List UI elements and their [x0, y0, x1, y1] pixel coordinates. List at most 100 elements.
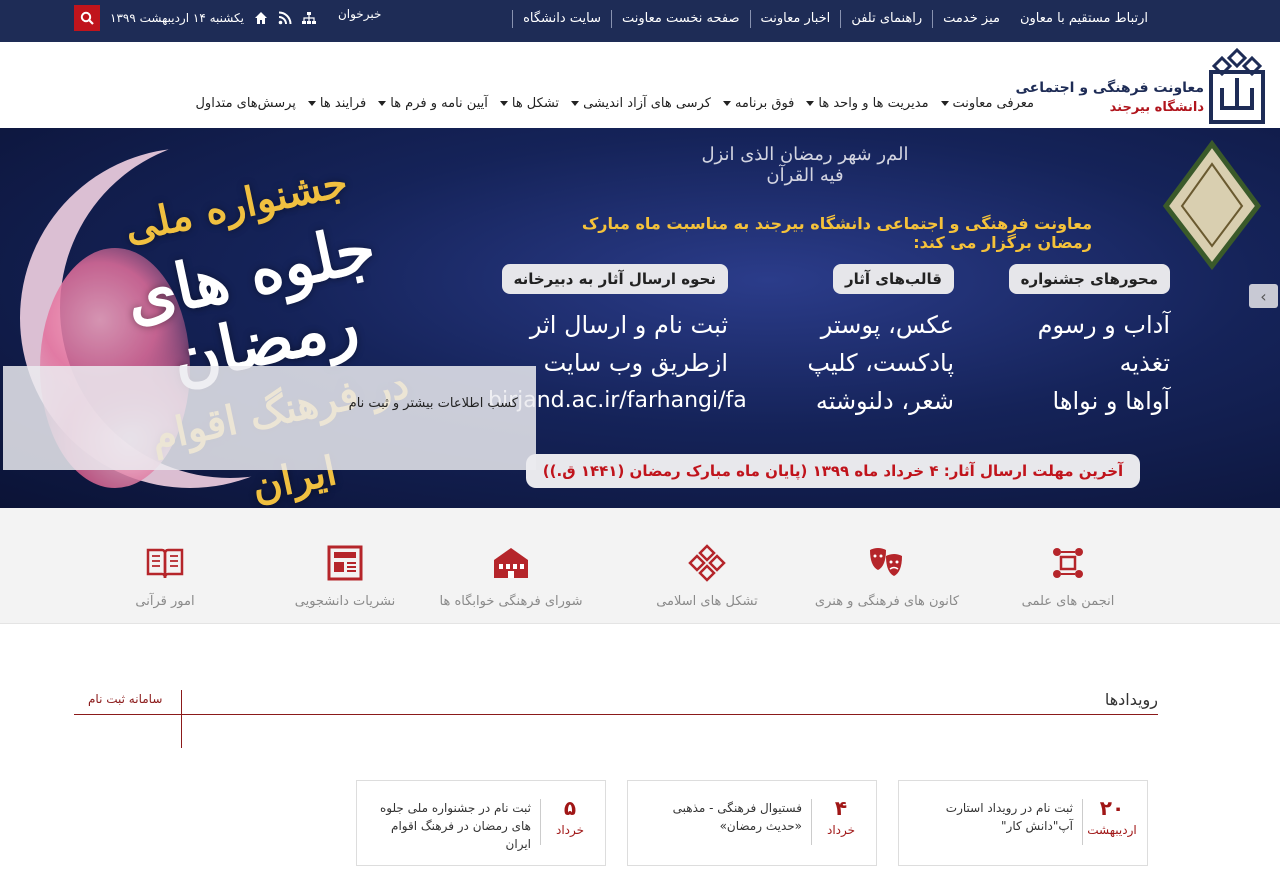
quick-link-quran-affairs[interactable]: امور قرآنی	[80, 544, 250, 609]
slider-prev-button[interactable]: ‹	[1249, 284, 1278, 308]
event-date: ۵ خرداد	[543, 797, 597, 837]
caret-down-icon	[940, 101, 949, 106]
banner-pill: نحوه ارسال آثار به دبیرخانه	[501, 264, 728, 294]
search-button[interactable]	[74, 5, 100, 31]
banner-line: آواها و نواها	[1052, 387, 1170, 415]
event-title[interactable]: ثبت نام در جشنواره ملی جلوه های رمضان در…	[367, 799, 531, 853]
newsreader-link[interactable]: خبرخوان	[338, 7, 381, 21]
event-day: ۴	[834, 796, 848, 820]
quick-link-label: انجمن های علمی	[1021, 594, 1115, 609]
university-logo[interactable]	[1208, 48, 1266, 124]
banner-line: شعر، دلنوشته	[815, 387, 954, 415]
event-card[interactable]: ۵ خرداد ثبت نام در جشنواره ملی جلوه های …	[356, 780, 606, 866]
quick-links: انجمن های علمی کانون های فرهنگی و هنری ت…	[0, 508, 1280, 624]
top-link-contact-deputy[interactable]: ارتباط مستقیم با معاون	[1010, 10, 1158, 28]
caret-down-icon	[307, 101, 316, 106]
nav-item-processes[interactable]: فرایند ها	[302, 96, 372, 111]
event-month: خرداد	[826, 823, 856, 837]
top-links: سایت دانشگاه صفحه نخست معاونت اخبار معاو…	[512, 10, 1158, 28]
nav-label: تشکل ها	[511, 96, 560, 111]
nav-item-free-thought[interactable]: کرسی های آزاد اندیشی	[565, 96, 717, 111]
knot-pattern-icon	[688, 544, 726, 582]
banner-line: عکس، پوستر	[820, 311, 954, 339]
nav-label: مدیریت ها و واحد ها	[818, 96, 929, 111]
open-book-icon	[146, 548, 184, 579]
home-icon[interactable]	[254, 11, 268, 25]
sidebar-divider	[181, 690, 182, 748]
event-separator	[1082, 799, 1083, 845]
nav-item-faq[interactable]: پرسش‌های متداول	[189, 96, 301, 111]
quick-link-scientific-associations[interactable]: انجمن های علمی	[983, 544, 1153, 609]
submission-deadline: آخرین مهلت ارسال آثار: ۴ خرداد ماه ۱۳۹۹ …	[526, 454, 1140, 488]
quick-link-label: امور قرآنی	[135, 594, 195, 609]
caret-down-icon	[499, 101, 508, 106]
emblem-diamond-icon	[1162, 140, 1262, 270]
banner-line: پادکست، کلیپ	[807, 349, 954, 377]
top-link-news[interactable]: اخبار معاونت	[749, 10, 841, 28]
event-date: ۲۰ اردیبهشت	[1085, 797, 1139, 837]
brand-subtitle: دانشگاه بیرجند	[1109, 100, 1204, 115]
slide-caption[interactable]: کسب اطلاعات بیشتر و ثبت نام	[3, 366, 536, 470]
banner-line: ثبت نام و ارسال اثر	[529, 311, 728, 339]
event-card[interactable]: ۴ خرداد فستیوال فرهنگی - مذهبی «حدیث رمض…	[627, 780, 877, 866]
brand-title: معاونت فرهنگی و اجتماعی	[1015, 80, 1204, 96]
quick-link-label: کانون های فرهنگی و هنری	[814, 594, 960, 609]
nav-item-departments[interactable]: مدیریت ها و واحد ها	[800, 96, 934, 111]
event-month: خرداد	[555, 823, 585, 837]
quick-link-islamic-organizations[interactable]: تشکل های اسلامی	[622, 544, 792, 609]
top-tools: یکشنبه ۱۴ اردیبهشت ۱۳۹۹ خبرخوان	[74, 4, 381, 32]
banner-column-formats: قالب‌های آثار عکس، پوستر پادکست، کلیپ شع…	[774, 264, 954, 420]
events-divider	[74, 714, 1158, 715]
event-separator	[540, 799, 541, 845]
registration-system-link[interactable]: سامانه ثبت نام	[88, 692, 162, 706]
theater-masks-icon	[870, 548, 902, 576]
banner-column-lines: آداب و رسوم تغذیه آواها و نواها	[990, 306, 1170, 420]
banner-column-lines: عکس، پوستر پادکست، کلیپ شعر، دلنوشته	[774, 306, 954, 420]
quick-link-dormitory-council[interactable]: شورای فرهنگی خوابگاه ها	[426, 544, 596, 609]
banner-line: آداب و رسوم	[1037, 311, 1170, 339]
nav-label: فوق برنامه	[734, 96, 795, 111]
top-link-university-site[interactable]: سایت دانشگاه	[512, 10, 611, 28]
event-title[interactable]: فستیوال فرهنگی - مذهبی «حدیث رمضان»	[638, 799, 802, 835]
nav-item-regulations[interactable]: آیین نامه و فرم ها	[372, 96, 494, 111]
nav-label: فرایند ها	[319, 96, 367, 111]
quick-link-student-publications[interactable]: نشریات دانشجویی	[260, 544, 430, 609]
top-link-service-desk[interactable]: میز خدمت	[932, 10, 1010, 28]
event-month: اردیبهشت	[1087, 823, 1137, 837]
caret-down-icon	[722, 101, 731, 106]
caret-down-icon	[806, 101, 815, 106]
building-icon	[494, 548, 528, 578]
nav-label: آیین نامه و فرم ها	[390, 96, 488, 111]
sitemap-icon[interactable]	[301, 11, 316, 25]
top-bar: سایت دانشگاه صفحه نخست معاونت اخبار معاو…	[0, 0, 1280, 42]
banner-column-topics: محورهای جشنواره آداب و رسوم تغذیه آواها …	[990, 264, 1170, 420]
nav-item-extracurricular[interactable]: فوق برنامه	[717, 96, 800, 111]
quick-link-label: نشریات دانشجویی	[294, 594, 396, 609]
nav-label: معرفی معاونت	[952, 96, 1034, 111]
main-nav: معرفی معاونت مدیریت ها و واحد ها فوق برن…	[189, 96, 1040, 111]
events-section-title: رویدادها	[1104, 690, 1158, 709]
hero-banner-slide[interactable]: جشنواره ملی جلوه های رمضان در فرهنگ اقوا…	[0, 128, 1280, 508]
newspaper-icon	[327, 545, 363, 581]
caret-down-icon	[378, 101, 387, 106]
current-date: یکشنبه ۱۴ اردیبهشت ۱۳۹۹	[110, 11, 244, 25]
search-icon	[80, 11, 94, 25]
rss-icon[interactable]	[278, 11, 292, 25]
chevron-left-icon: ‹	[1260, 286, 1267, 306]
event-separator	[811, 799, 812, 845]
nav-item-organizations[interactable]: تشکل ها	[494, 96, 565, 111]
banner-pill: قالب‌های آثار	[832, 264, 954, 294]
nav-item-about[interactable]: معرفی معاونت	[935, 96, 1040, 111]
event-card[interactable]: ۲۰ اردیبهشت ثبت نام در رویداد استارت آپ"…	[898, 780, 1148, 866]
event-day: ۲۰	[1099, 796, 1125, 820]
banner-line: تغذیه	[1119, 349, 1170, 377]
top-link-home[interactable]: صفحه نخست معاونت	[611, 10, 749, 28]
nav-label: کرسی های آزاد اندیشی	[583, 96, 711, 111]
banner-pill: محورهای جشنواره	[1008, 264, 1170, 294]
event-day: ۵	[563, 796, 577, 820]
event-title[interactable]: ثبت نام در رویداد استارت آپ"دانش کار"	[909, 799, 1073, 835]
nav-label: پرسش‌های متداول	[195, 96, 296, 111]
banner-headline: معاونت فرهنگی و اجتماعی دانشگاه بیرجند ب…	[581, 214, 1092, 252]
quick-link-cultural-centers[interactable]: کانون های فرهنگی و هنری	[802, 544, 972, 609]
top-link-phone-guide[interactable]: راهنمای تلفن	[840, 10, 932, 28]
